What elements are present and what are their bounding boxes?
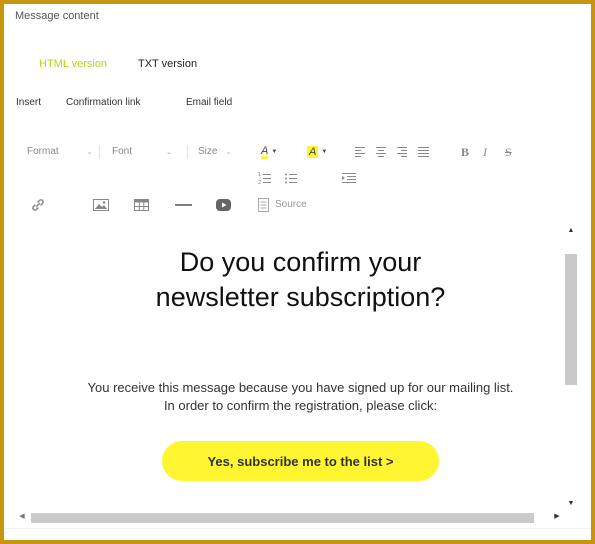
vertical-scrollbar[interactable]: ▲ ▼ [564, 225, 578, 510]
format-dropdown[interactable]: Format ⌄ [27, 146, 93, 157]
insert-label: Insert [16, 97, 42, 108]
bottom-divider [4, 528, 591, 529]
bold-button[interactable]: B [461, 145, 469, 160]
bullet-list-icon[interactable] [285, 173, 297, 184]
size-dropdown-label: Size [198, 146, 218, 157]
indent-icon[interactable] [341, 172, 357, 184]
headline-line-1: Do you confirm your [179, 247, 422, 277]
font-dropdown-label: Font [112, 146, 133, 157]
align-right-icon[interactable] [397, 147, 407, 157]
body-text-line-1: You receive this message because you hav… [87, 380, 514, 395]
section-title: Message content [15, 10, 99, 22]
horizontal-scrollbar[interactable]: ◀ ▶ [15, 510, 564, 524]
svg-text:2: 2 [258, 180, 261, 185]
headline-line-2: newsletter subscription? [155, 282, 446, 312]
background-color-icon: A [307, 146, 319, 158]
vertical-scroll-thumb[interactable] [565, 254, 577, 385]
source-icon[interactable] [258, 198, 270, 212]
scroll-left-arrow-icon[interactable]: ◀ [15, 510, 29, 524]
message-content-panel: Message content HTML version TXT version… [4, 4, 591, 540]
align-center-icon[interactable] [376, 147, 386, 157]
scroll-up-arrow-icon[interactable]: ▲ [564, 225, 578, 237]
tab-html-version[interactable]: HTML version [39, 58, 107, 70]
link-icon[interactable] [32, 199, 44, 211]
alignment-group [355, 147, 429, 157]
body-text-line-2: In order to confirm the registration, pl… [163, 398, 438, 413]
svg-text:1: 1 [258, 172, 261, 178]
scroll-down-arrow-icon[interactable]: ▼ [564, 498, 578, 510]
chevron-down-icon: ⌄ [86, 148, 93, 156]
size-dropdown[interactable]: Size ⌄ [198, 146, 231, 157]
video-icon[interactable] [216, 199, 231, 211]
horizontal-line-icon[interactable] [175, 199, 192, 211]
chevron-down-icon: ⌄ [166, 148, 172, 156]
table-icon[interactable] [134, 199, 149, 211]
tab-txt-version[interactable]: TXT version [138, 58, 197, 70]
editor-content-area[interactable]: Do you confirm your newsletter subscript… [4, 225, 564, 510]
font-dropdown[interactable]: Font ⌄ [112, 146, 172, 157]
format-dropdown-label: Format [27, 146, 59, 157]
italic-button[interactable]: I [483, 145, 487, 160]
strikethrough-button[interactable]: S [505, 145, 512, 160]
align-left-icon[interactable] [355, 147, 365, 157]
text-color-button[interactable]: A ▼ [261, 145, 277, 159]
horizontal-scroll-thumb[interactable] [31, 513, 534, 523]
subscribe-button[interactable]: Yes, subscribe me to the list > [162, 441, 439, 481]
image-icon[interactable] [93, 199, 109, 211]
insert-confirmation-link[interactable]: Confirmation link [66, 97, 140, 108]
toolbar-separator [99, 145, 100, 159]
scroll-right-arrow-icon[interactable]: ▶ [550, 510, 564, 524]
headline: Do you confirm your newsletter subscript… [4, 245, 564, 315]
caret-down-icon: ▼ [321, 149, 328, 155]
list-group: 1 2 [258, 172, 297, 185]
background-color-button[interactable]: A ▼ [307, 145, 327, 159]
text-color-icon: A [261, 144, 269, 159]
align-justify-icon[interactable] [418, 147, 429, 157]
source-button-label[interactable]: Source [275, 199, 307, 210]
toolbar-separator [187, 145, 188, 159]
numbered-list-icon[interactable]: 1 2 [258, 172, 271, 185]
chevron-down-icon: ⌄ [225, 148, 232, 156]
insert-email-field[interactable]: Email field [186, 97, 232, 108]
caret-down-icon: ▼ [271, 149, 278, 155]
